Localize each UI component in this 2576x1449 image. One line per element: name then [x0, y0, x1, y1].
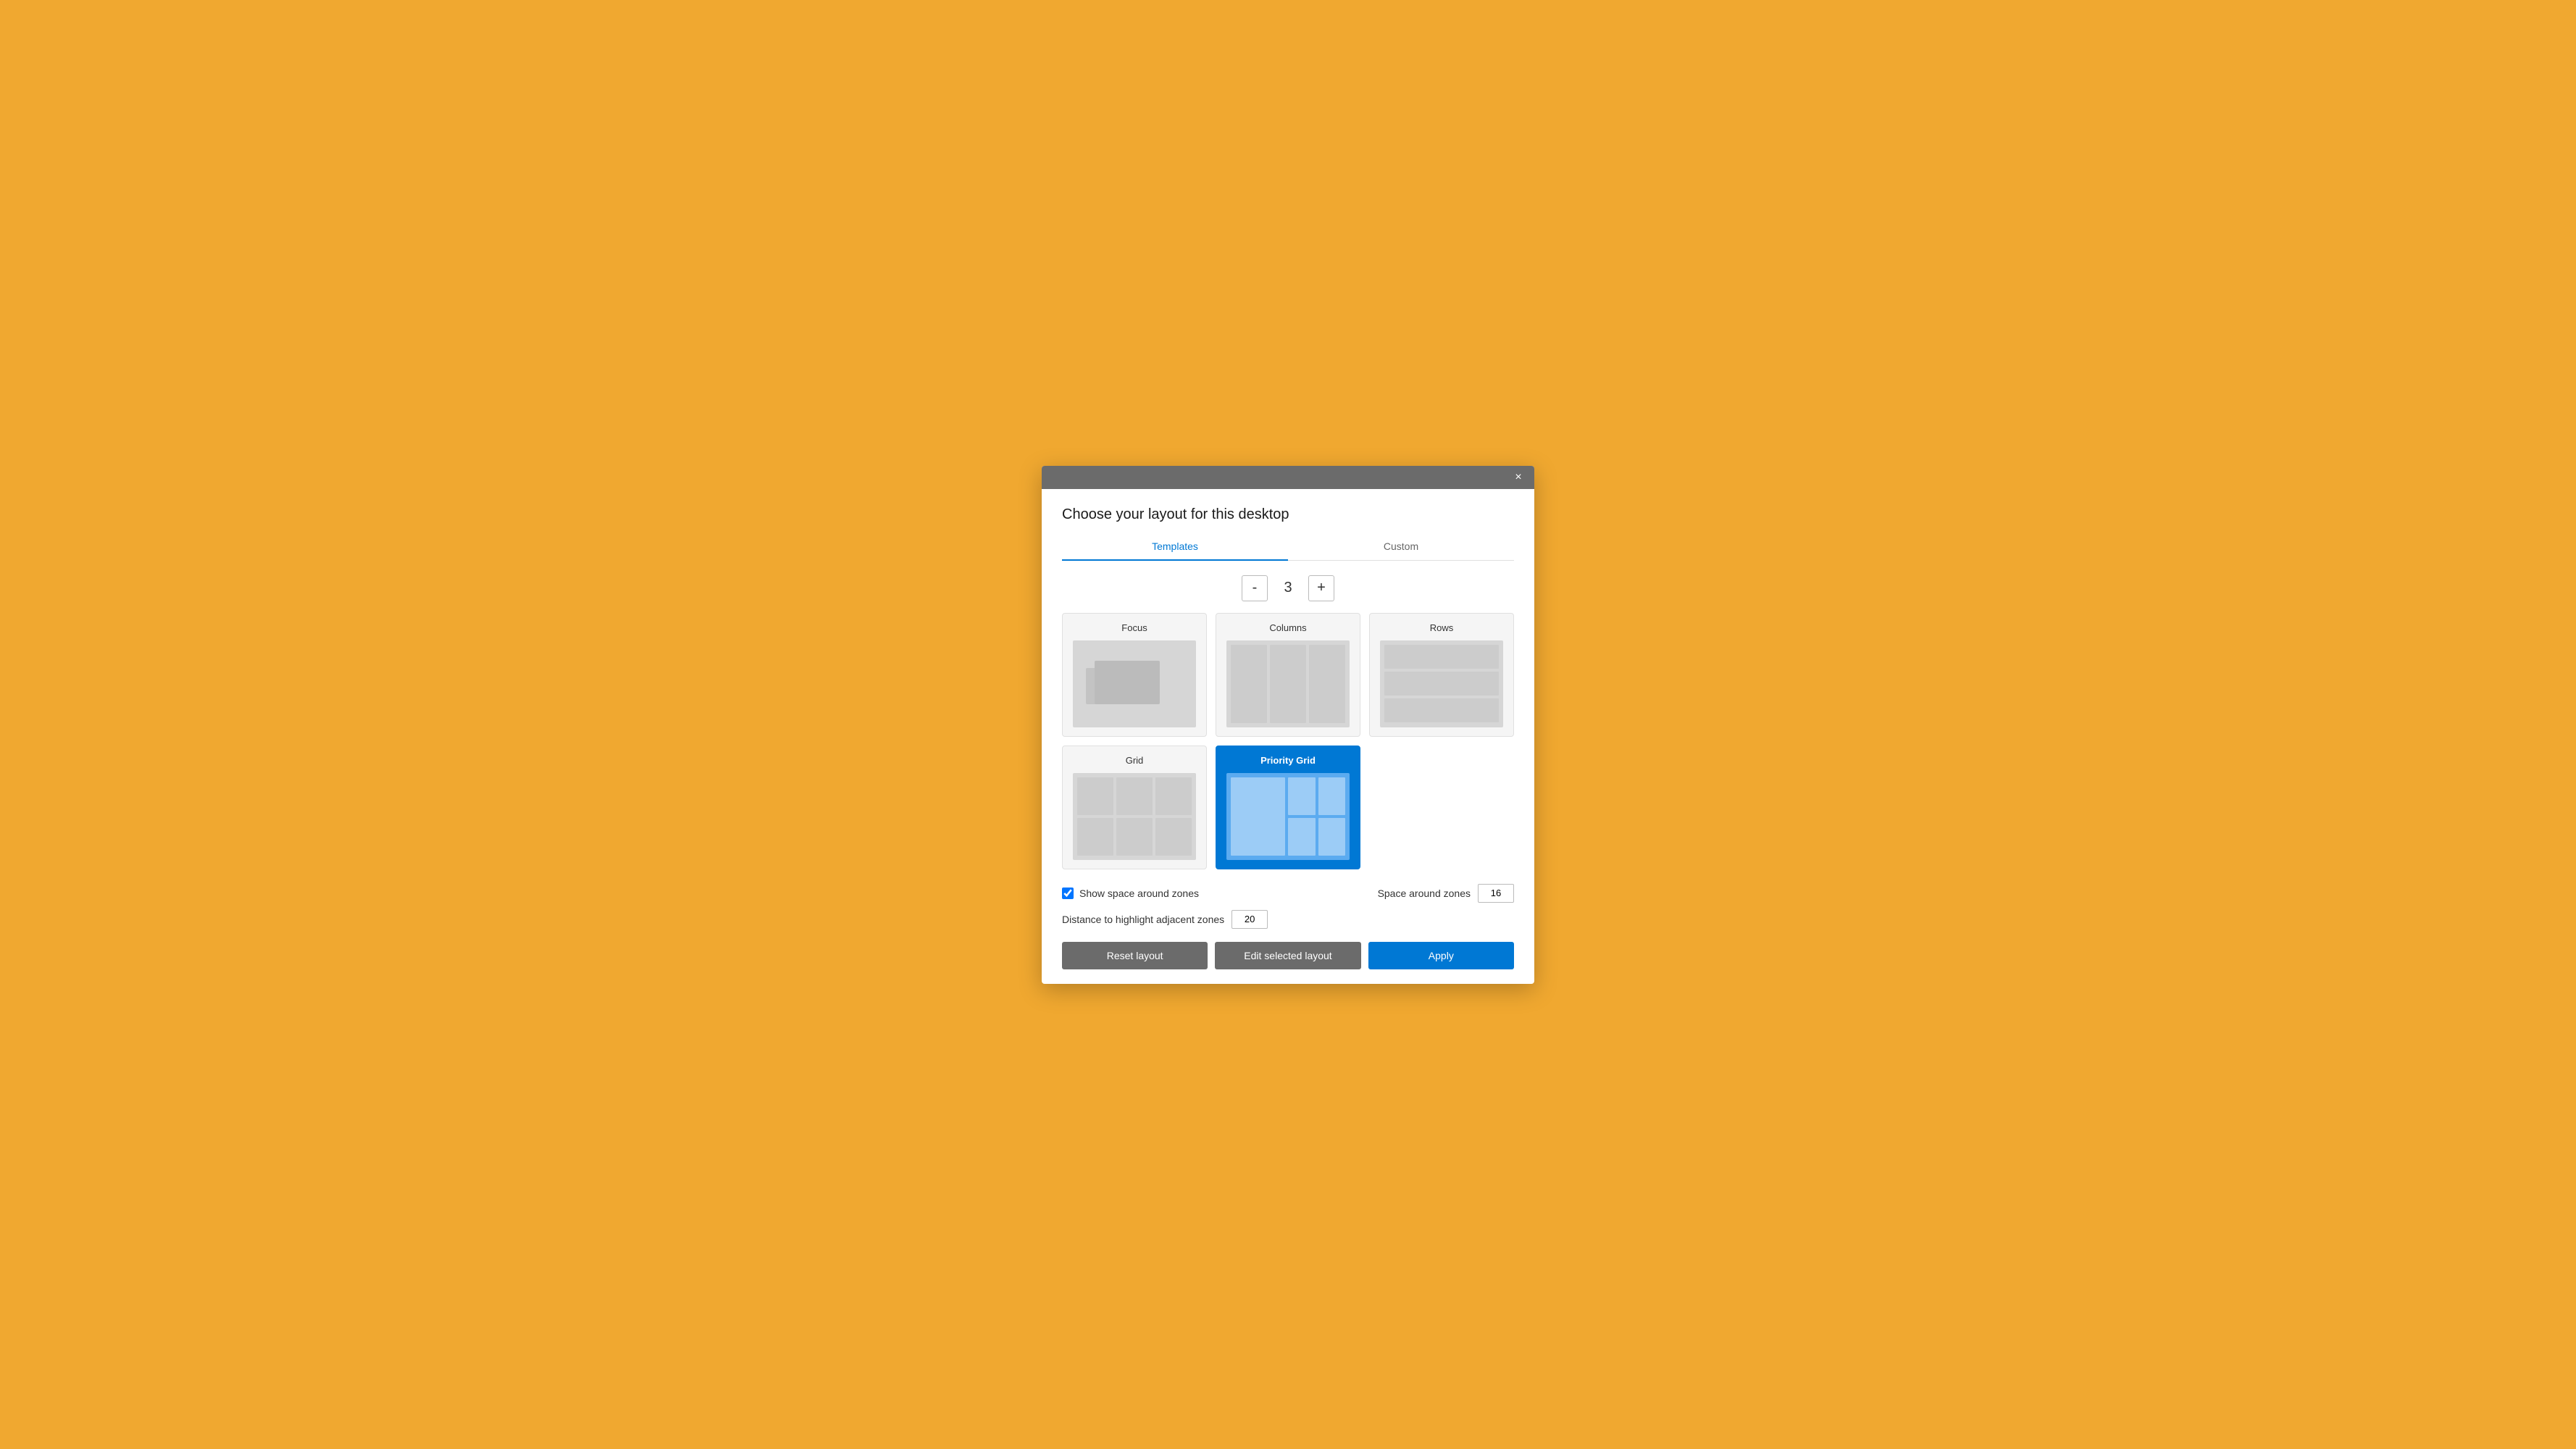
rows-preview: [1380, 640, 1503, 727]
focus-label: Focus: [1121, 622, 1147, 633]
row-zone-3: [1384, 698, 1499, 722]
col-zone-1: [1231, 645, 1267, 723]
show-space-text: Show space around zones: [1079, 888, 1199, 899]
dialog-titlebar: ×: [1042, 466, 1534, 489]
increase-zones-button[interactable]: +: [1308, 575, 1334, 601]
priority-zone-small-1: [1288, 777, 1316, 815]
tab-templates[interactable]: Templates: [1062, 535, 1288, 561]
dialog-title: Choose your layout for this desktop: [1062, 506, 1514, 523]
rows-zones: [1380, 640, 1503, 727]
grid-preview: [1073, 773, 1196, 860]
zone-count-value: 3: [1279, 580, 1297, 596]
layout-card-columns[interactable]: Columns: [1216, 613, 1360, 737]
layout-card-rows[interactable]: Rows: [1369, 613, 1514, 737]
dialog-body: Choose your layout for this desktop Temp…: [1042, 489, 1534, 984]
grid-zones: [1073, 773, 1196, 860]
layout-dialog: × Choose your layout for this desktop Te…: [1042, 466, 1534, 984]
grid-zone-3: [1155, 777, 1192, 815]
focus-preview: [1073, 640, 1196, 727]
columns-zones: [1226, 640, 1350, 727]
row-zone-1: [1384, 645, 1499, 669]
col-zone-3: [1309, 645, 1345, 723]
grid-zone-5: [1116, 818, 1153, 856]
columns-preview: [1226, 640, 1350, 727]
distance-input[interactable]: [1231, 910, 1268, 929]
priority-zone-small-3: [1288, 818, 1316, 856]
grid-zone-6: [1155, 818, 1192, 856]
distance-row: Distance to highlight adjacent zones: [1062, 910, 1514, 929]
priority-zone-main: [1231, 777, 1285, 856]
space-around-label: Space around zones: [1378, 888, 1471, 899]
layout-card-focus[interactable]: Focus: [1062, 613, 1207, 737]
apply-button[interactable]: Apply: [1368, 942, 1514, 969]
focus-rect-front: [1095, 661, 1160, 704]
layout-grid: Focus Columns Rows: [1062, 613, 1514, 869]
layout-card-grid[interactable]: Grid: [1062, 746, 1207, 869]
show-space-label[interactable]: Show space around zones: [1062, 888, 1199, 899]
grid-zone-4: [1077, 818, 1113, 856]
tabs-container: Templates Custom: [1062, 535, 1514, 561]
edit-layout-button[interactable]: Edit selected layout: [1215, 942, 1360, 969]
row-zone-2: [1384, 672, 1499, 696]
grid-zone-1: [1077, 777, 1113, 815]
reset-layout-button[interactable]: Reset layout: [1062, 942, 1208, 969]
space-around-input[interactable]: [1478, 884, 1514, 903]
tab-custom[interactable]: Custom: [1288, 535, 1514, 561]
col-zone-2: [1270, 645, 1306, 723]
empty-slot: [1369, 746, 1514, 869]
priority-grid-label: Priority Grid: [1260, 755, 1316, 766]
priority-zone-small-2: [1318, 777, 1346, 815]
close-button[interactable]: ×: [1508, 467, 1529, 488]
grid-label: Grid: [1126, 755, 1144, 766]
priority-zone-small-4: [1318, 818, 1346, 856]
priority-grid-preview: [1226, 773, 1350, 860]
rows-label: Rows: [1430, 622, 1454, 633]
space-around-right: Space around zones: [1378, 884, 1514, 903]
layout-card-priority-grid[interactable]: Priority Grid: [1216, 746, 1360, 869]
columns-label: Columns: [1269, 622, 1306, 633]
distance-label: Distance to highlight adjacent zones: [1062, 914, 1224, 925]
decrease-zones-button[interactable]: -: [1242, 575, 1268, 601]
show-space-checkbox[interactable]: [1062, 888, 1074, 899]
priority-grid-zones: [1226, 773, 1350, 860]
action-buttons: Reset layout Edit selected layout Apply: [1062, 942, 1514, 969]
zone-counter: - 3 +: [1062, 575, 1514, 601]
options-row-1: Show space around zones Space around zon…: [1062, 884, 1514, 903]
grid-zone-2: [1116, 777, 1153, 815]
